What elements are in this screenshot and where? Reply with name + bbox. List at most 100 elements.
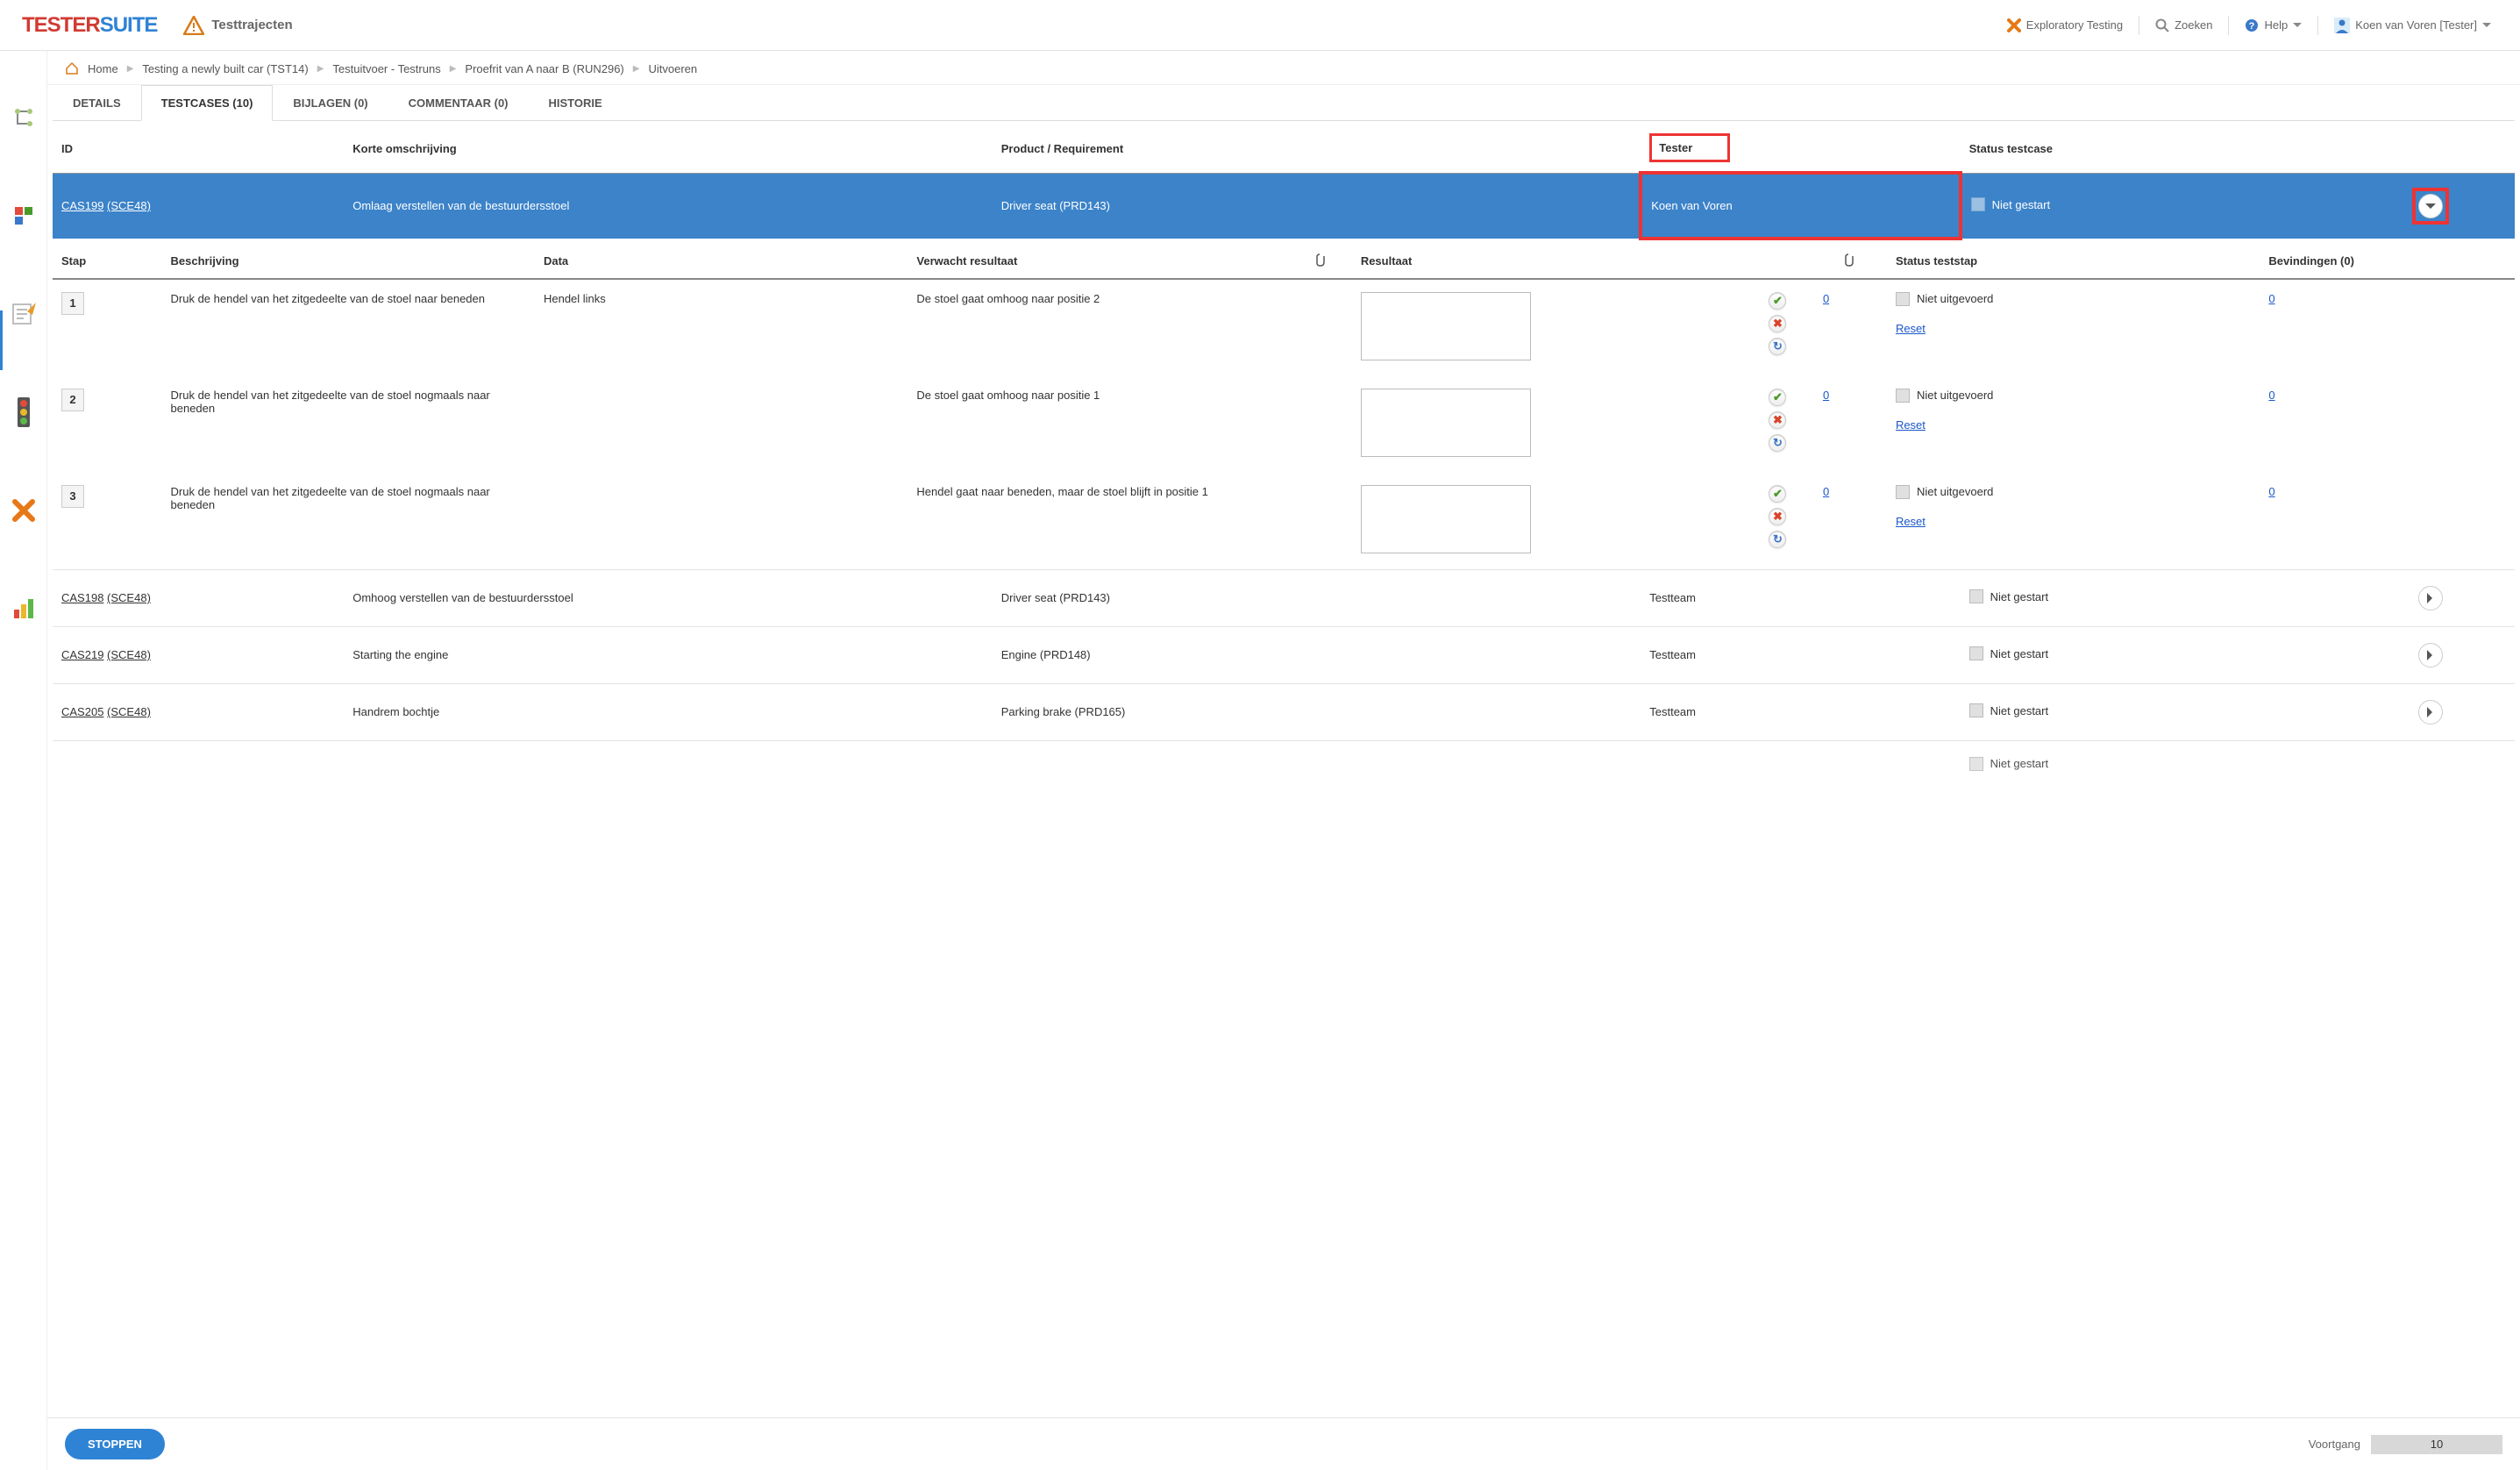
breadcrumb-project[interactable]: Testing a newly built car (TST14) bbox=[142, 62, 308, 75]
header-product: Product / Requirement bbox=[993, 121, 1641, 173]
sidebar-item-tree[interactable] bbox=[10, 103, 38, 132]
progress-label: Voortgang bbox=[2309, 1438, 2360, 1451]
scene-id-link[interactable]: (SCE48) bbox=[107, 199, 151, 212]
partial-case-row[interactable]: Niet gestart bbox=[53, 740, 2515, 789]
tab-bijlagen[interactable]: BIJLAGEN (0) bbox=[273, 85, 388, 120]
header-tester-label: Tester bbox=[1649, 133, 1730, 162]
breadcrumb-action[interactable]: Uitvoeren bbox=[648, 62, 697, 75]
table-area: ID Korte omschrijving Product / Requirem… bbox=[47, 121, 2520, 1417]
case-id-link[interactable]: CAS205 bbox=[61, 705, 103, 718]
sidebar-item-edit[interactable] bbox=[10, 300, 38, 328]
sidebar-item-stats[interactable] bbox=[10, 595, 38, 623]
table-header-row: ID Korte omschrijving Product / Requirem… bbox=[53, 121, 2515, 173]
tab-details[interactable]: DETAILS bbox=[53, 85, 141, 120]
chevron-right-icon bbox=[2427, 650, 2438, 660]
content: Home ▶ Testing a newly built car (TST14)… bbox=[47, 51, 2520, 1470]
step-status-label: Niet uitgevoerd bbox=[1917, 485, 1993, 498]
result-input[interactable] bbox=[1361, 292, 1531, 360]
bevindingen-count-link[interactable]: 0 bbox=[2268, 485, 2274, 498]
home-icon[interactable] bbox=[65, 61, 79, 75]
scene-id-link[interactable]: (SCE48) bbox=[107, 591, 151, 604]
tabs: DETAILS TESTCASES (10) BIJLAGEN (0) COMM… bbox=[53, 85, 2515, 121]
attachment-count-link[interactable]: 0 bbox=[1823, 389, 1829, 402]
case-tester-highlighted: Koen van Voren bbox=[1641, 173, 1960, 239]
testcase-row[interactable]: CAS219 (SCE48) Starting the engine Engin… bbox=[53, 626, 2515, 683]
case-product: Driver seat (PRD143) bbox=[993, 173, 1641, 239]
expand-button[interactable] bbox=[2418, 586, 2443, 610]
step-desc: Druk de hendel van het zitgedeelte van d… bbox=[162, 279, 535, 376]
case-product: Parking brake (PRD165) bbox=[993, 683, 1641, 740]
breadcrumb-separator: ▶ bbox=[450, 64, 457, 74]
tab-commentaar[interactable]: COMMENTAAR (0) bbox=[388, 85, 529, 120]
bevindingen-count-link[interactable]: 0 bbox=[2268, 292, 2274, 305]
step-desc: Druk de hendel van het zitgedeelte van d… bbox=[162, 375, 535, 472]
steps-table: Stap Beschrijving Data Verwacht resultaa… bbox=[53, 240, 2515, 569]
case-status: Niet gestart bbox=[1969, 589, 2048, 603]
testcase-row[interactable]: CAS198 (SCE48) Omhoog verstellen van de … bbox=[53, 569, 2515, 626]
case-id-link[interactable]: CAS199 bbox=[61, 199, 103, 212]
logo-part2: SUITE bbox=[100, 13, 158, 37]
pass-button[interactable]: ✔ bbox=[1769, 389, 1786, 406]
page-title: Testtrajecten bbox=[211, 18, 292, 32]
retry-button[interactable]: ↻ bbox=[1769, 338, 1786, 355]
reset-link[interactable]: Reset bbox=[1896, 322, 1926, 335]
case-status-label: Niet gestart bbox=[1990, 757, 2048, 770]
step-status-label: Niet uitgevoerd bbox=[1917, 389, 1993, 402]
reset-link[interactable]: Reset bbox=[1896, 515, 1926, 528]
sidebar-item-close[interactable] bbox=[10, 496, 38, 524]
expand-button[interactable] bbox=[2418, 700, 2443, 724]
logo[interactable]: TESTERSUITE bbox=[22, 13, 157, 38]
breadcrumb-home[interactable]: Home bbox=[88, 62, 118, 75]
fail-button[interactable]: ✖ bbox=[1769, 315, 1786, 332]
step-header-status: Status teststap bbox=[1887, 240, 2260, 279]
stop-button[interactable]: STOPPEN bbox=[65, 1429, 165, 1459]
fail-button[interactable]: ✖ bbox=[1769, 411, 1786, 429]
progress-value: 10 bbox=[2431, 1438, 2443, 1451]
sidebar-item-traffic[interactable] bbox=[10, 398, 38, 426]
breadcrumb-section[interactable]: Testuitvoer - Testruns bbox=[332, 62, 440, 75]
retry-button[interactable]: ↻ bbox=[1769, 531, 1786, 548]
breadcrumb-run[interactable]: Proefrit van A naar B (RUN296) bbox=[465, 62, 623, 75]
case-status: Niet gestart bbox=[1969, 646, 2048, 660]
sidebar-item-modules[interactable] bbox=[10, 202, 38, 230]
expand-button[interactable] bbox=[2418, 643, 2443, 667]
sidebar bbox=[0, 51, 47, 1470]
reset-link[interactable]: Reset bbox=[1896, 418, 1926, 432]
scene-id-link[interactable]: (SCE48) bbox=[107, 648, 151, 661]
x-orange-icon bbox=[2007, 18, 2021, 32]
retry-button[interactable]: ↻ bbox=[1769, 434, 1786, 452]
attachment-count-link[interactable]: 0 bbox=[1823, 292, 1829, 305]
case-tester: Testteam bbox=[1641, 626, 1960, 683]
bevindingen-count-link[interactable]: 0 bbox=[2268, 389, 2274, 402]
sidebar-active-indicator bbox=[0, 310, 3, 370]
step-data: Hendel links bbox=[535, 279, 908, 376]
testcase-row[interactable]: CAS205 (SCE48) Handrem bochtje Parking b… bbox=[53, 683, 2515, 740]
tab-historie[interactable]: HISTORIE bbox=[529, 85, 623, 120]
modules-icon bbox=[13, 205, 34, 226]
fail-button[interactable]: ✖ bbox=[1769, 508, 1786, 525]
step-header-result: Resultaat bbox=[1352, 240, 1741, 279]
attachment-count-link[interactable]: 0 bbox=[1823, 485, 1829, 498]
breadcrumb-separator: ▶ bbox=[127, 64, 134, 74]
header-korte: Korte omschrijving bbox=[344, 121, 993, 173]
user-menu[interactable]: Koen van Voren [Tester] bbox=[2327, 18, 2498, 33]
search-link[interactable]: Zoeken bbox=[2148, 18, 2219, 32]
paperclip-icon bbox=[1844, 253, 1856, 267]
header-id: ID bbox=[53, 121, 344, 173]
result-input[interactable] bbox=[1361, 485, 1531, 553]
header-actions bbox=[2346, 121, 2515, 173]
result-input[interactable] bbox=[1361, 389, 1531, 457]
case-id-link[interactable]: CAS198 bbox=[61, 591, 103, 604]
help-link[interactable]: ? Help bbox=[2238, 18, 2309, 32]
tab-testcases[interactable]: TESTCASES (10) bbox=[141, 85, 274, 121]
exploratory-testing-link[interactable]: Exploratory Testing bbox=[2000, 18, 2130, 32]
pass-button[interactable]: ✔ bbox=[1769, 292, 1786, 310]
case-id-link[interactable]: CAS219 bbox=[61, 648, 103, 661]
pass-button[interactable]: ✔ bbox=[1769, 485, 1786, 503]
exploratory-label: Exploratory Testing bbox=[2026, 18, 2123, 32]
case-desc: Handrem bochtje bbox=[344, 683, 993, 740]
active-testcase-row[interactable]: CAS199 (SCE48) Omlaag verstellen van de … bbox=[53, 173, 2515, 239]
collapse-button[interactable] bbox=[2418, 194, 2443, 218]
scene-id-link[interactable]: (SCE48) bbox=[107, 705, 151, 718]
step-row: 2 Druk de hendel van het zitgedeelte van… bbox=[53, 375, 2515, 472]
